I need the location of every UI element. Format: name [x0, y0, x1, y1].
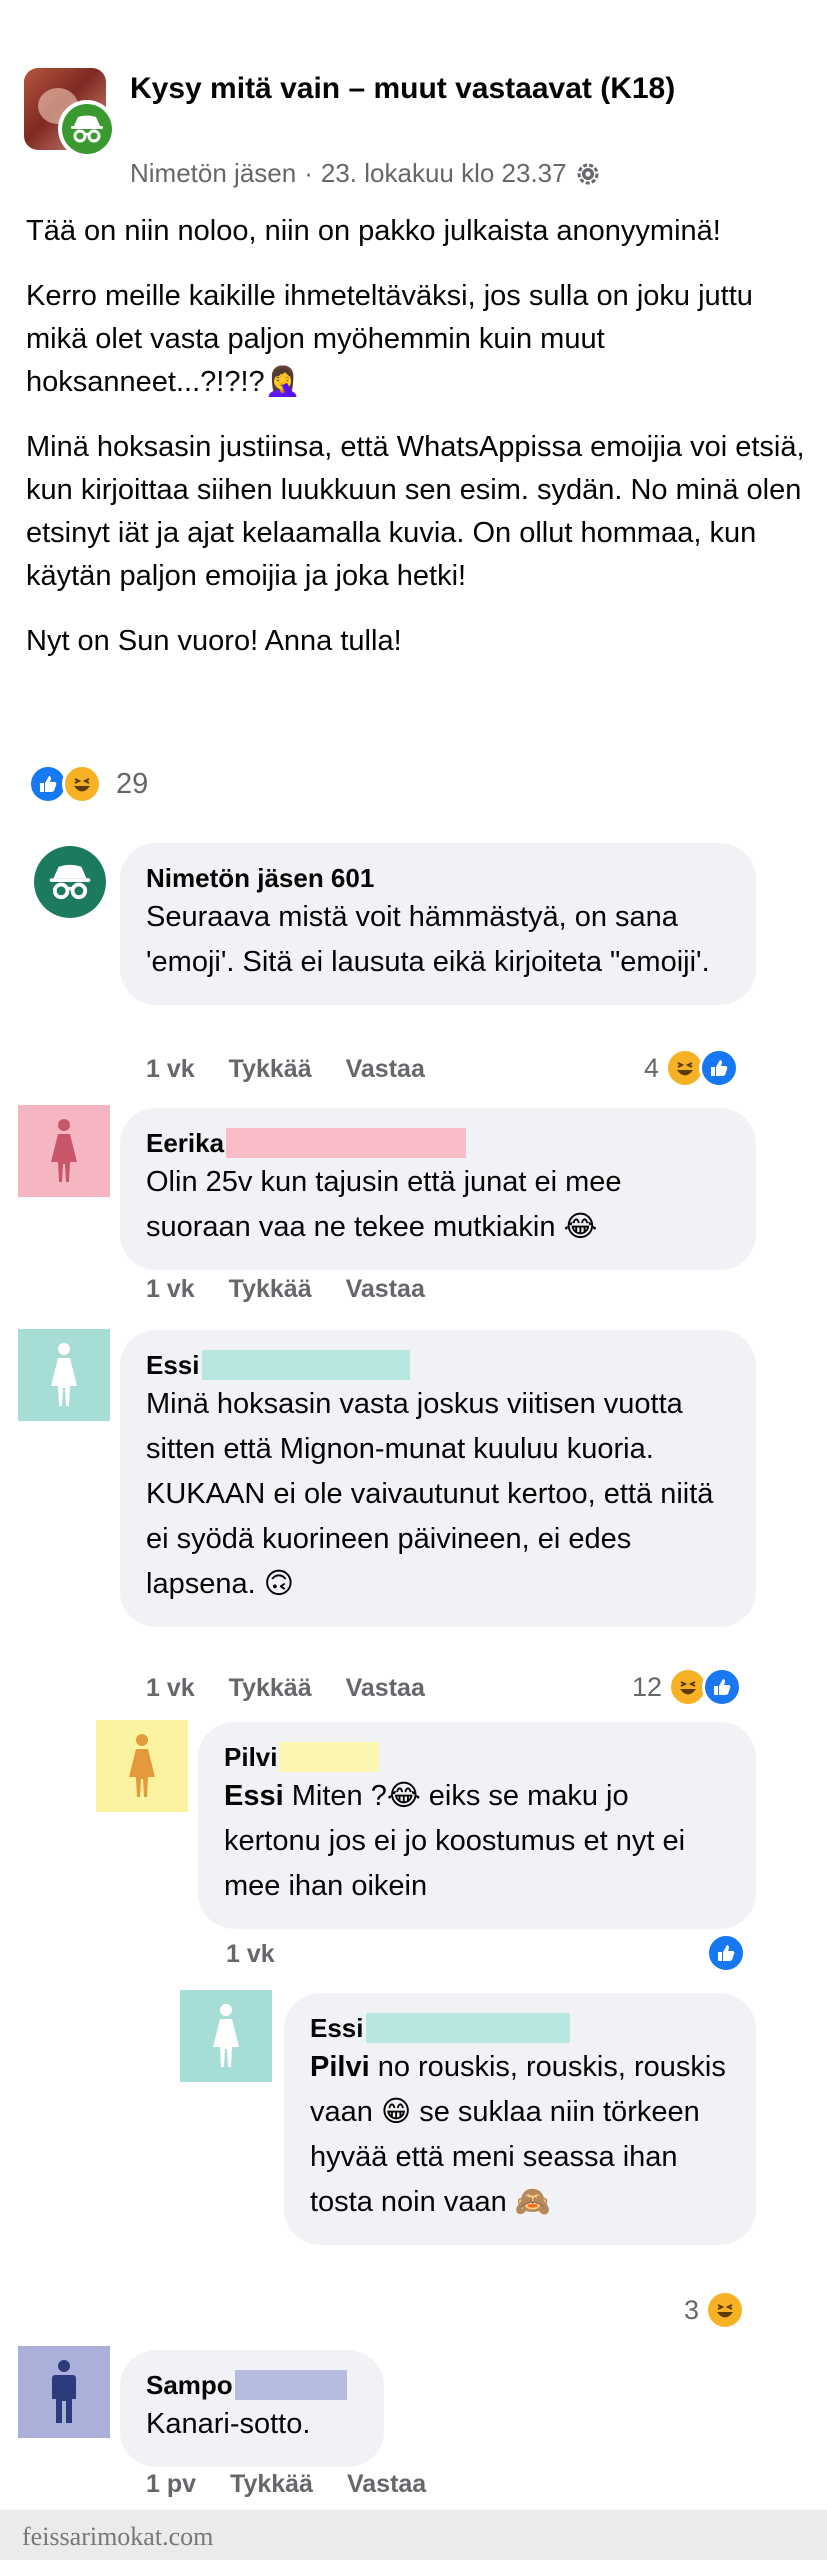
post-header: Kysy mitä vain – muut vastaavat (K18) Ni… [24, 62, 804, 190]
post-body: Tää on niin noloo, niin on pakko julkais… [26, 210, 806, 685]
commenter-avatar[interactable] [180, 1990, 272, 2082]
mention-tag[interactable]: Pilvi [310, 2051, 370, 2083]
commenter-name[interactable]: Nimetön jäsen 601 [146, 861, 730, 895]
commenter-avatar[interactable] [34, 846, 106, 918]
post-author: Nimetön jäsen [130, 158, 297, 188]
comment-reactions[interactable]: 3 [684, 2290, 746, 2330]
like-reaction-icon [702, 1667, 743, 1707]
comment-actions: 1 vk Tykkää Vastaa [146, 1275, 425, 1304]
comment-bubble: Essi Pilvi no rouskis, rouskis, rouskis … [284, 1993, 756, 2245]
post-paragraph: Kerro meille kaikille ihmeteltäväksi, jo… [26, 280, 753, 398]
reply-button[interactable]: Vastaa [346, 1055, 425, 1084]
settings-gear-icon[interactable] [575, 161, 601, 187]
post-paragraph: Minä hoksasin justiinsa, että WhatsAppis… [26, 431, 805, 592]
redacted-surname [234, 2370, 347, 2400]
comment-bubble: Sampo Kanari-sotto. [120, 2350, 384, 2467]
like-button[interactable]: Tykkää [229, 1275, 312, 1304]
commenter-name-row[interactable]: Essi [146, 1348, 730, 1382]
commenter-name: Essi [146, 1350, 200, 1380]
reply-button[interactable]: Vastaa [346, 1674, 425, 1703]
comment-reaction-count: 4 [644, 1052, 660, 1083]
comment-reactions[interactable]: 12 [632, 1667, 743, 1707]
comment-text: Seuraava mistä voit hämmästyä, on sana '… [146, 901, 710, 978]
comment-time[interactable]: 1 vk [146, 1674, 195, 1703]
redacted-surname [201, 1350, 410, 1380]
female-person-icon [129, 1734, 155, 1797]
comment-actions: 1 pv Tykkää Vastaa [146, 2470, 426, 2499]
reply-button[interactable]: Vastaa [346, 1275, 425, 1304]
commenter-avatar[interactable] [96, 1720, 188, 1812]
commenter-avatar[interactable] [18, 2346, 110, 2438]
incognito-icon [49, 864, 91, 900]
meta-separator: · [304, 158, 313, 188]
female-person-icon [213, 2004, 239, 2067]
comment-bubble: Essi Minä hoksasin vasta joskus viitisen… [120, 1330, 756, 1627]
comment-actions: 1 vk [226, 1940, 275, 1969]
comment-reaction-count: 12 [632, 1671, 663, 1702]
comment-bubble: Eerika Olin 25v kun tajusin että junat e… [120, 1108, 756, 1270]
comment-time[interactable]: 1 vk [146, 1055, 195, 1084]
commenter-name-row[interactable]: Sampo [146, 2368, 358, 2402]
post-paragraph: Nyt on Sun vuoro! Anna tulla! [26, 625, 402, 657]
watermark-bar: feissarimokat.com [0, 2510, 827, 2560]
redacted-surname [226, 1128, 467, 1158]
post-paragraph: Tää on niin noloo, niin on pakko julkais… [26, 215, 721, 247]
comment-text: Kanari-sotto. [146, 2408, 311, 2440]
comment-bubble: Nimetön jäsen 601 Seuraava mistä voit hä… [120, 843, 756, 1005]
female-person-icon [51, 1119, 77, 1182]
like-button[interactable]: Tykkää [229, 1055, 312, 1084]
comment-bubble: Pilvi Essi Miten ?😂 eiks se maku jo kert… [198, 1722, 756, 1929]
anonymous-badge [58, 100, 116, 158]
commenter-name-row[interactable]: Pilvi [224, 1740, 730, 1774]
like-reaction-icon [699, 1048, 740, 1088]
comment-text: Olin 25v kun tajusin että junat ei mee s… [146, 1166, 622, 1243]
reply-button[interactable]: Vastaa [347, 2470, 426, 2499]
comment-text: Pilvi no rouskis, rouskis, rouskis vaan … [310, 2051, 726, 2218]
comment-actions: 1 vk Tykkää Vastaa [146, 1674, 425, 1703]
reaction-count: 29 [116, 767, 149, 800]
commenter-name: Pilvi [224, 1742, 278, 1772]
redacted-surname [279, 1742, 380, 1772]
redacted-surname [365, 2013, 570, 2043]
post-meta: Nimetön jäsen · 23. lokakuu klo 23.37 [130, 158, 601, 189]
comment-reactions[interactable]: 4 [644, 1048, 740, 1088]
commenter-name: Sampo [146, 2370, 233, 2400]
comment-reactions[interactable] [706, 1933, 746, 1973]
comment-text: Minä hoksasin vasta joskus viitisen vuot… [146, 1388, 714, 1600]
commenter-name-row[interactable]: Essi [310, 2011, 730, 2045]
like-button[interactable]: Tykkää [229, 1674, 312, 1703]
commenter-name-row[interactable]: Eerika [146, 1126, 730, 1160]
watermark: feissarimokat.com [22, 2522, 214, 2551]
like-reaction-icon [706, 1933, 746, 1973]
haha-reaction-icon [705, 2290, 746, 2330]
comment-text: Essi Miten ?😂 eiks se maku jo kertonu jo… [224, 1780, 686, 1902]
comment-actions: 1 vk Tykkää Vastaa [146, 1055, 425, 1084]
female-person-icon [51, 1343, 77, 1406]
group-title[interactable]: Kysy mitä vain – muut vastaavat (K18) [130, 68, 770, 109]
like-button[interactable]: Tykkää [230, 2470, 313, 2499]
comment-time[interactable]: 1 vk [146, 1275, 195, 1304]
haha-reaction-icon [62, 764, 102, 804]
commenter-name: Eerika [146, 1128, 225, 1158]
comment-reaction-count: 3 [684, 2294, 700, 2325]
post-date[interactable]: 23. lokakuu klo 23.37 [321, 158, 567, 189]
post-reactions[interactable]: 29 [28, 764, 148, 804]
commenter-avatar[interactable] [18, 1329, 110, 1421]
commenter-name: Essi [310, 2013, 364, 2043]
comment-time[interactable]: 1 pv [146, 2470, 196, 2499]
mention-tag[interactable]: Essi [224, 1780, 284, 1812]
male-person-icon [52, 2360, 76, 2423]
commenter-avatar[interactable] [18, 1105, 110, 1197]
comment-time[interactable]: 1 vk [226, 1940, 275, 1969]
incognito-icon [71, 115, 103, 143]
